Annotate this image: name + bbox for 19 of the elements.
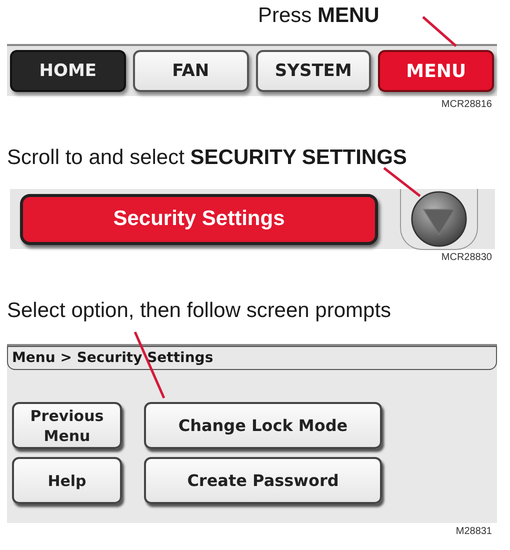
- option-button[interactable]: Help: [12, 457, 122, 504]
- instruction-text: Scroll to and select SECURITY SETTINGS: [7, 145, 408, 171]
- option-button[interactable]: Change Lock Mode: [144, 402, 382, 449]
- nav-button[interactable]: MENU: [378, 50, 494, 92]
- instruction-text: Press MENU: [258, 3, 380, 29]
- figure-code: MCR28830: [441, 252, 492, 263]
- option-button[interactable]: Previous Menu: [12, 402, 122, 449]
- figure-code: MCR28816: [441, 99, 492, 110]
- nav-button[interactable]: FAN: [132, 50, 248, 92]
- nav-button[interactable]: SYSTEM: [256, 50, 372, 92]
- option-button[interactable]: Create Password: [144, 457, 382, 504]
- instruction-text: Select option, then follow screen prompts: [7, 298, 392, 324]
- scroll-down-icon[interactable]: [408, 190, 470, 248]
- leader-line: [422, 16, 457, 47]
- nav-button[interactable]: HOME: [10, 50, 126, 92]
- menu-item[interactable]: Security Settings: [20, 194, 378, 244]
- figure-code: M28831: [456, 526, 492, 537]
- breadcrumb: Menu > Security Settings: [7, 346, 497, 370]
- leader-line: [383, 167, 421, 197]
